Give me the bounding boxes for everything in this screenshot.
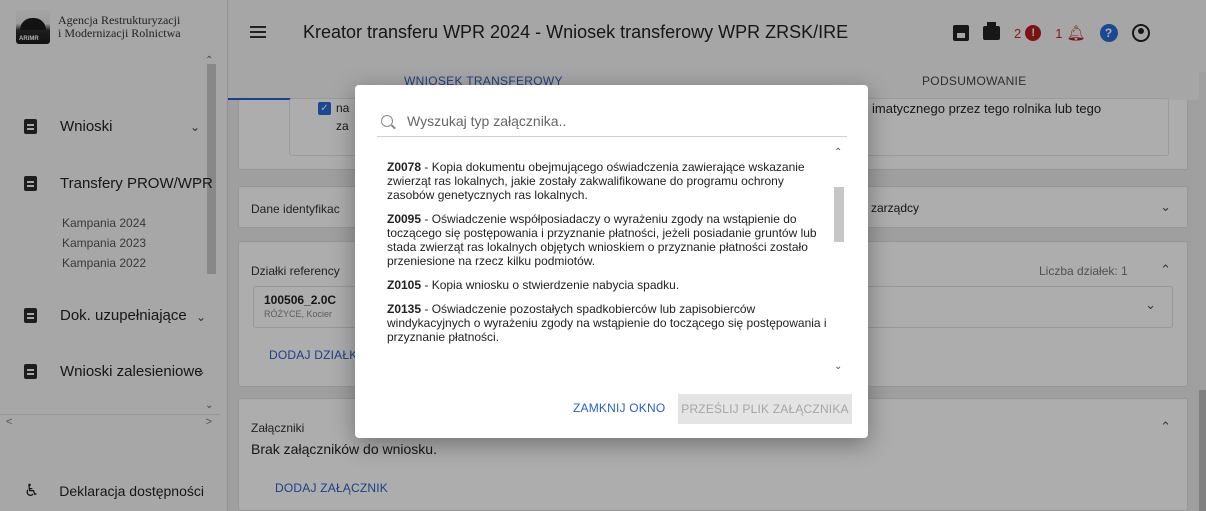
- attachment-code: Z0105: [387, 278, 422, 292]
- list-scrollbar[interactable]: ⌃ ⌄: [832, 147, 846, 377]
- list-item[interactable]: Z0078 - Kopia dokumentu obejmującego ośw…: [387, 160, 829, 202]
- search-icon: [381, 114, 393, 127]
- attachment-description: - Kopia wniosku o stwierdzenie nabycia s…: [421, 278, 680, 292]
- list-scrollbar-thumb[interactable]: [834, 187, 844, 242]
- chevron-up-icon[interactable]: ⌃: [834, 147, 842, 158]
- attachment-code: Z0095: [387, 212, 422, 226]
- attachment-description: - Kopia dokumentu obejmującego oświadcze…: [387, 160, 805, 202]
- list-item[interactable]: Z0135 - Oświadczenie pozostałych spadkob…: [387, 302, 829, 344]
- attachment-code: Z0078: [387, 160, 422, 174]
- close-dialog-button[interactable]: ZAMKNIJ OKNO: [573, 401, 665, 415]
- list-item[interactable]: Z0105 - Kopia wniosku o stwierdzenie nab…: [387, 278, 829, 292]
- search-field[interactable]: [377, 105, 847, 137]
- chevron-down-icon[interactable]: ⌄: [834, 361, 842, 372]
- send-attachment-button[interactable]: PRZEŚLIJ PLIK ZAŁĄCZNIKA: [678, 394, 852, 424]
- search-input[interactable]: [407, 112, 827, 129]
- attachment-description: - Oświadczenie współposiadaczy o wyrażen…: [387, 212, 817, 268]
- attachment-type-list: Z0078 - Kopia dokumentu obejmującego ośw…: [387, 160, 829, 375]
- attachment-type-dialog: Z0078 - Kopia dokumentu obejmującego ośw…: [355, 85, 868, 438]
- attachment-description: - Oświadczenie pozostałych spadkobierców…: [387, 302, 827, 344]
- attachment-code: Z0135: [387, 302, 422, 316]
- list-item[interactable]: Z0095 - Oświadczenie współposiadaczy o w…: [387, 212, 829, 268]
